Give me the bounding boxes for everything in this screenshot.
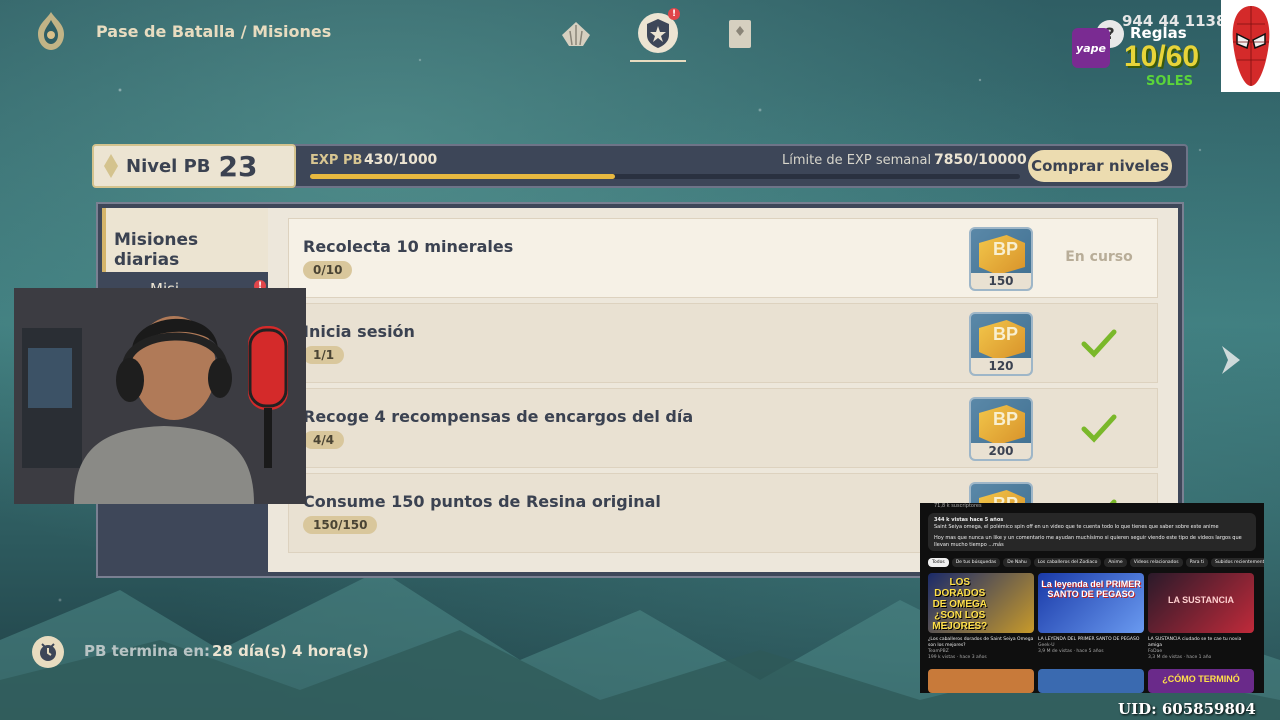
next-page-arrow-icon[interactable] [1216, 344, 1244, 376]
yt-desc-views: 344 k vistas hace 5 años [934, 517, 1004, 523]
weekly-limit-value: 7850/10000 [934, 152, 1027, 168]
reward-amount: 120 [971, 358, 1031, 374]
exp-progress-fill [310, 174, 616, 179]
mission-progress: 4/4 [303, 431, 345, 449]
webcam-overlay [14, 288, 306, 504]
stream-currency: SOLES [1146, 74, 1193, 89]
spiderman-mask-icon [1221, 0, 1280, 92]
reward-item[interactable]: BP 120 [969, 312, 1033, 376]
mission-title: Consume 150 puntos de Resina original [303, 492, 661, 511]
reward-icon-text: BP [993, 239, 1019, 259]
pass-ends-value: 28 día(s) 4 hora(s) [212, 642, 369, 660]
yt-subscriber-count: 71,8 k suscriptores [934, 503, 982, 509]
yt-filter-chip[interactable]: Subidos recientemente [1210, 558, 1264, 567]
tab-rewards[interactable] [548, 6, 604, 62]
yt-filter-chip[interactable]: Todos [928, 558, 949, 567]
yt-video-meta: LA LEYENDA DEL PRIMER SANTO DE PEGASO Ge… [1038, 637, 1144, 655]
yt-filter-chip[interactable]: Los caballeros del Zodiaco [1033, 558, 1102, 567]
mission-row[interactable]: Inicia sesión 1/1 BP 120 [288, 303, 1158, 383]
reward-item[interactable]: BP 150 [969, 227, 1033, 291]
yt-thumbnail[interactable] [1038, 669, 1144, 693]
yt-video-meta: LA SUSTANCIA ciudado se te cae tu novia … [1148, 637, 1254, 661]
yt-filter-chip[interactable]: Anime [1104, 558, 1127, 567]
mission-row[interactable]: Recoge 4 recompensas de encargos del día… [288, 388, 1158, 468]
buy-levels-button[interactable]: Comprar niveles [1028, 150, 1172, 182]
card-icon [729, 20, 751, 48]
tab-badge: ! [668, 8, 680, 20]
yt-filter-chips: Todos De tus búsquedas De Nahu Los caballer… [928, 558, 1264, 567]
checkmark-icon [1081, 329, 1117, 358]
mission-row[interactable]: Recolecta 10 minerales 0/10 BP 150 En curso [288, 218, 1158, 298]
mission-progress: 150/150 [303, 516, 378, 534]
yt-thumb-text: ¿CÓMO TERMINÓ [1162, 674, 1240, 684]
breadcrumb: Pase de Batalla / Misiones [96, 22, 332, 41]
tab-daily-missions[interactable]: Misiones diarias [102, 208, 268, 272]
yt-filter-chip[interactable]: De tus búsquedas [951, 558, 1001, 567]
stream-donation-count: 10/60 [1124, 40, 1200, 73]
timer-icon [32, 636, 64, 668]
reward-amount: 200 [971, 443, 1031, 459]
reward-amount: 150 [971, 273, 1031, 289]
diamond-ornament-icon [104, 154, 118, 178]
yt-desc-summary: Saint Seiya omega, el polémico spin off … [934, 524, 1219, 530]
yt-filter-chip[interactable]: Videos relacionados [1129, 558, 1183, 567]
level-value: 23 [218, 149, 258, 183]
exp-progress-bar [310, 174, 1020, 179]
yt-thumb-text: LA SUSTANCIA [1168, 595, 1234, 605]
yt-thumbnail[interactable]: LA SUSTANCIA [1148, 573, 1254, 633]
tab-daily-missions-label: Misiones diarias [114, 230, 199, 270]
yt-thumbnail[interactable]: LOS DORADOS DE OMEGA ¿SON LOS MEJORES? [928, 573, 1034, 633]
yt-thumbnail[interactable] [928, 669, 1034, 693]
yt-recommendations: LOS DORADOS DE OMEGA ¿SON LOS MEJORES? L… [928, 573, 1254, 633]
yt-desc-more: Hoy mas que nunca un like y un comentari… [934, 535, 1242, 548]
yt-description[interactable]: 344 k vistas hace 5 años Saint Seiya ome… [928, 513, 1256, 551]
yape-logo: yape [1072, 28, 1110, 68]
player-uid: UID: 605859804 [1118, 700, 1256, 718]
mission-title: Recolecta 10 minerales [303, 237, 514, 256]
yt-thumb-text: La leyenda del PRIMER SANTO DE PEGASO [1041, 579, 1141, 599]
level-label: Nivel PB [126, 155, 211, 177]
tab-missions[interactable]: ! [630, 6, 686, 62]
exp-label: EXP PB [310, 153, 363, 168]
yt-recommendations-row2: ¿CÓMO TERMINÓ [928, 669, 1254, 693]
yape-logo-text: yape [1076, 41, 1106, 55]
exp-value: 430/1000 [364, 152, 438, 168]
youtube-overlay: 71,8 k suscriptores 344 k vistas hace 5 … [920, 503, 1264, 693]
yt-video-stats: 3,3 M de vistas · hace 1 año [1148, 655, 1212, 660]
reward-item[interactable]: BP 200 [969, 397, 1033, 461]
mission-progress: 1/1 [303, 346, 345, 364]
tab-shop[interactable] [712, 6, 768, 62]
pass-ends-label: PB termina en: [84, 642, 211, 660]
checkmark-icon [1081, 414, 1117, 443]
mission-title: Inicia sesión [303, 322, 415, 341]
yt-video-title[interactable]: ¿Los caballeros dorados de Saint Seiya O… [928, 637, 1034, 649]
mission-status: En curso [1065, 249, 1133, 265]
level-box: Nivel PB 23 [92, 144, 296, 188]
mission-title: Recoge 4 recompensas de encargos del día [303, 407, 694, 426]
yt-video-meta: ¿Los caballeros dorados de Saint Seiya O… [928, 637, 1034, 661]
yt-video-stats: 199 k vistas · hace 3 años [928, 655, 987, 660]
yt-filter-chip[interactable]: De Nahu [1003, 558, 1031, 567]
mission-progress: 0/10 [303, 261, 353, 279]
yt-thumbnail[interactable]: ¿CÓMO TERMINÓ [1148, 669, 1254, 693]
weekly-limit-label: Límite de EXP semanal [782, 153, 932, 168]
reward-icon-text: BP [993, 409, 1019, 429]
shell-icon [562, 22, 590, 46]
yt-filter-chip[interactable]: Para ti [1185, 558, 1208, 567]
reward-icon-text: BP [993, 324, 1019, 344]
yt-video-title[interactable]: LA SUSTANCIA ciudado se te cae tu novia … [1148, 637, 1254, 649]
yt-thumb-text: LOS DORADOS DE OMEGA ¿SON LOS MEJORES? [932, 577, 988, 632]
battle-pass-emblem-icon [32, 10, 70, 52]
top-tabs: ! [548, 6, 768, 62]
yt-video-stats: 3,9 M de vistas · hace 5 años [1038, 649, 1104, 654]
yt-thumbnail[interactable]: La leyenda del PRIMER SANTO DE PEGASO [1038, 573, 1144, 633]
